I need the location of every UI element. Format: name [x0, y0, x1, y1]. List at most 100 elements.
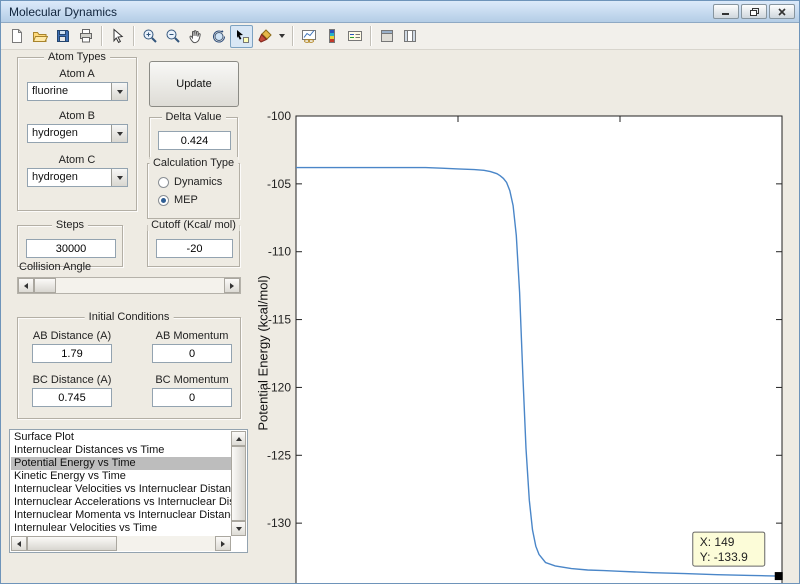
scroll-right-button[interactable] [215, 536, 231, 551]
arrow-cursor-icon [113, 28, 123, 44]
toolbar-zoom-out-button[interactable] [161, 25, 184, 48]
radio-dynamics-label: Dynamics [174, 176, 223, 188]
atom-c-dropdown[interactable]: hydrogen [27, 168, 128, 187]
slider-thumb[interactable] [34, 278, 56, 293]
toolbar-separator [292, 26, 293, 46]
delta-value-input[interactable] [158, 131, 231, 150]
bc-distance-input[interactable] [32, 388, 112, 407]
link-plot-icon [301, 30, 316, 43]
list-item[interactable]: Potential Energy vs Time [11, 457, 231, 470]
toolbar-pan-button[interactable] [184, 25, 207, 48]
pan-hand-icon [188, 30, 201, 44]
list-item[interactable]: Kinetic Energy vs Time [11, 470, 231, 483]
new-document-icon [11, 29, 22, 43]
atom-a-value: fluorine [32, 85, 69, 97]
toolbar-link-plot-button[interactable] [297, 25, 320, 48]
scroll-left-button[interactable] [11, 536, 27, 551]
dropdown-arrow-button[interactable] [111, 169, 127, 186]
dropdown-arrow-button[interactable] [111, 83, 127, 100]
bc-momentum-input[interactable] [152, 388, 232, 407]
dropdown-arrow-button[interactable] [111, 125, 127, 142]
toolbar-dock-figure-button[interactable] [398, 25, 421, 48]
slider-track[interactable] [34, 278, 224, 293]
atom-a-label: Atom A [59, 68, 95, 80]
atom-types-title: Atom Types [44, 51, 110, 63]
zoom-out-icon [166, 29, 180, 43]
ab-momentum-input[interactable] [152, 344, 232, 363]
vertical-scroll-thumb[interactable] [231, 446, 246, 521]
horizontal-scroll-track[interactable] [27, 536, 215, 551]
cutoff-input[interactable] [156, 239, 233, 258]
restore-icon [749, 7, 759, 16]
plot-area[interactable]: -135-130-125-120-115-110-105-10005010015… [249, 100, 800, 584]
y-tick-label: -130 [267, 516, 291, 530]
title-bar[interactable]: Molecular Dynamics [1, 1, 799, 23]
scroll-down-button[interactable] [231, 521, 246, 536]
slider-right-arrow-button[interactable] [224, 278, 240, 293]
atom-b-dropdown[interactable]: hydrogen [27, 124, 128, 143]
datatip-marker[interactable] [774, 572, 783, 581]
arrow-right-icon [230, 282, 234, 289]
data-cursor-icon [236, 30, 249, 43]
listbox-horizontal-scrollbar[interactable] [11, 536, 231, 551]
toolbar-zoom-in-button[interactable] [138, 25, 161, 48]
list-item[interactable]: Surface Plot [11, 431, 231, 444]
radio-mep[interactable]: MEP [158, 194, 198, 206]
toolbar-insert-colorbar-button[interactable] [320, 25, 343, 48]
list-item[interactable]: Internuclear Velocities vs Internuclear … [11, 483, 231, 496]
y-tick-label: -110 [268, 245, 291, 259]
list-item[interactable]: Internulear Velocities vs Time [11, 522, 231, 535]
zoom-in-icon [143, 29, 157, 43]
steps-title: Steps [51, 219, 89, 231]
plot-type-listbox[interactable]: Surface Plot Internuclear Distances vs Ti… [9, 429, 248, 553]
update-button[interactable]: Update [149, 61, 239, 107]
radio-mep-label: MEP [174, 194, 198, 206]
horizontal-scroll-thumb[interactable] [27, 536, 117, 551]
arrow-left-icon [17, 540, 21, 547]
toolbar-hide-plot-tools-button[interactable] [375, 25, 398, 48]
axes-box [295, 115, 783, 583]
restore-button[interactable] [741, 4, 767, 19]
radio-dynamics[interactable]: Dynamics [158, 176, 222, 188]
toolbar-rotate-3d-button[interactable] [207, 25, 230, 48]
toolbar-insert-legend-button[interactable] [343, 25, 366, 48]
legend-icon [347, 31, 362, 41]
calculation-type-panel: Calculation Type Dynamics MEP [147, 157, 240, 219]
minimize-button[interactable] [713, 4, 739, 19]
list-item[interactable]: Internuclear Accelerations vs Internucle… [11, 496, 231, 509]
toolbar-open-file-button[interactable] [28, 25, 51, 48]
scroll-up-button[interactable] [231, 431, 246, 446]
atom-b-value: hydrogen [32, 127, 78, 139]
toolbar-edit-plot-button[interactable] [106, 25, 129, 48]
arrow-right-icon [221, 540, 225, 547]
initial-conditions-panel: Initial Conditions AB Distance (A) AB Mo… [17, 311, 241, 419]
list-item[interactable]: Internuclear Distances vs Time [11, 444, 231, 457]
toolbar-new-figure-button[interactable] [5, 25, 28, 48]
open-folder-icon [32, 32, 48, 42]
toolbar-brush-button[interactable] [253, 25, 276, 48]
listbox-vertical-scrollbar[interactable] [231, 431, 246, 536]
cutoff-panel: Cutoff (Kcal/ mol) [147, 219, 240, 267]
bc-distance-label: BC Distance (A) [32, 374, 112, 386]
chevron-down-icon [116, 89, 123, 94]
toolbar-save-button[interactable] [51, 25, 74, 48]
delta-value-title: Delta Value [161, 111, 226, 123]
list-item[interactable]: Internuclear Momenta vs Internuclear Dis… [11, 509, 231, 522]
dock-figure-icon [403, 30, 416, 42]
steps-input[interactable] [26, 239, 116, 258]
atom-types-panel: Atom Types Atom A fluorine Atom B hydrog… [17, 51, 137, 211]
collision-angle-label: Collision Angle [19, 261, 92, 273]
slider-left-arrow-button[interactable] [18, 278, 34, 293]
delta-value-panel: Delta Value [149, 111, 238, 159]
atom-a-dropdown[interactable]: fluorine [27, 82, 128, 101]
toolbar-data-cursor-button[interactable] [230, 24, 253, 48]
ab-distance-input[interactable] [32, 344, 112, 363]
atom-c-value: hydrogen [32, 171, 78, 183]
vertical-scroll-track[interactable] [231, 446, 246, 521]
collision-angle-slider[interactable] [17, 277, 241, 294]
toolbar-brush-dropdown-button[interactable] [276, 25, 288, 48]
toolbar-print-button[interactable] [74, 25, 97, 48]
close-icon [778, 7, 786, 16]
atom-b-label: Atom B [58, 110, 96, 122]
close-button[interactable] [769, 4, 795, 19]
